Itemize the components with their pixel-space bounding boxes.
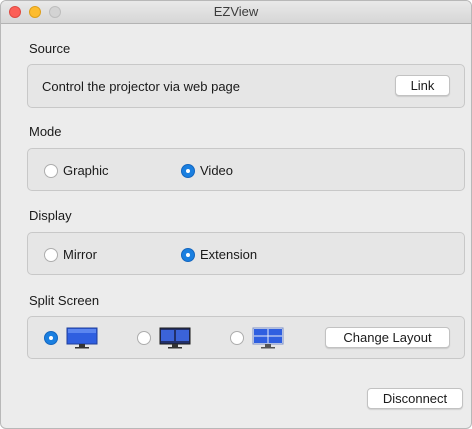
source-group: Control the projector via web page Link xyxy=(27,64,465,108)
split-screen-group: Change Layout xyxy=(27,316,465,359)
layout-option-dual[interactable] xyxy=(137,327,191,349)
graphic-label: Graphic xyxy=(63,163,109,178)
layout-option-quad[interactable] xyxy=(230,327,284,349)
display-option-extension[interactable]: Extension xyxy=(181,247,257,262)
display-option-mirror[interactable]: Mirror xyxy=(44,247,97,262)
single-screen-icon xyxy=(66,327,98,349)
mirror-label: Mirror xyxy=(63,247,97,262)
ezview-window: EZView Source Control the projector via … xyxy=(0,0,472,429)
mode-label: Mode xyxy=(29,124,62,139)
mode-group: Graphic Video xyxy=(27,148,465,191)
video-radio[interactable] xyxy=(181,163,195,178)
graphic-radio[interactable] xyxy=(44,163,58,178)
split-screen-label: Split Screen xyxy=(29,293,100,308)
dual-screen-icon xyxy=(159,327,191,349)
extension-label: Extension xyxy=(200,247,258,262)
video-label: Video xyxy=(200,163,234,178)
display-label: Display xyxy=(29,208,72,223)
dual-layout-radio[interactable] xyxy=(137,331,151,345)
mirror-radio[interactable] xyxy=(44,247,58,262)
single-layout-radio[interactable] xyxy=(44,331,58,345)
mode-option-graphic[interactable]: Graphic xyxy=(44,163,109,178)
source-description: Control the projector via web page xyxy=(42,79,241,94)
quad-screen-icon xyxy=(252,327,284,349)
source-label: Source xyxy=(29,41,71,56)
extension-radio[interactable] xyxy=(181,247,195,262)
display-group: Mirror Extension xyxy=(27,232,465,275)
layout-option-single[interactable] xyxy=(44,327,98,349)
quad-layout-radio[interactable] xyxy=(230,331,244,345)
mode-option-video[interactable]: Video xyxy=(181,163,233,178)
change-layout-button[interactable]: Change Layout xyxy=(325,327,450,348)
disconnect-button[interactable]: Disconnect xyxy=(367,388,463,409)
title-bar: EZView xyxy=(1,1,471,24)
window-title: EZView xyxy=(213,4,259,19)
link-button[interactable]: Link xyxy=(395,75,450,96)
